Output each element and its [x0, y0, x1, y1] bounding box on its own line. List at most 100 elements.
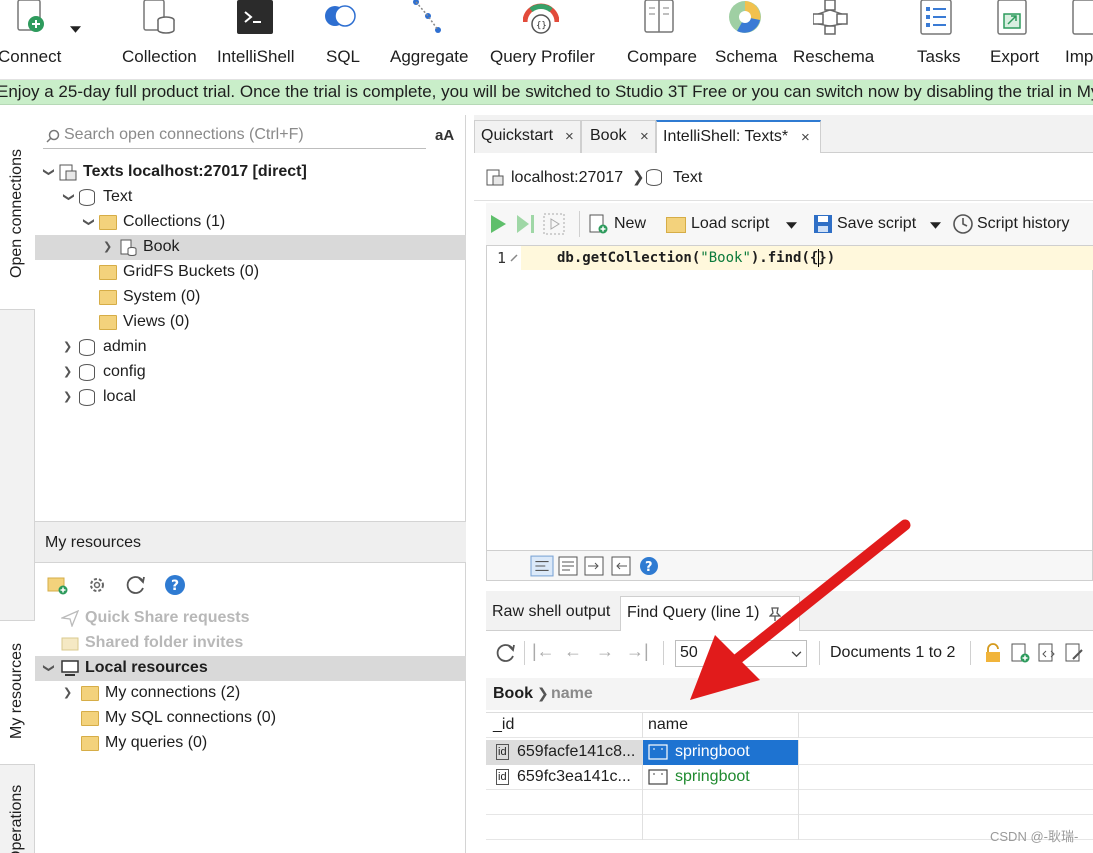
tree-collections-folder[interactable]: ❯ Collections (1) — [35, 210, 466, 235]
previous-page-icon[interactable]: ← — [564, 641, 582, 662]
refresh-icon[interactable] — [125, 574, 147, 596]
tree-connection[interactable]: ❯ Texts localhost:27017 [direct] — [35, 160, 466, 185]
chevron-right-icon[interactable]: ❯ — [103, 235, 113, 260]
breadcrumb-host[interactable]: localhost:27017 — [511, 169, 623, 187]
script-editor[interactable]: 1 db.getCollection("Book").find({}) — [486, 245, 1093, 551]
edit-document-icon[interactable] — [1064, 643, 1084, 663]
chevron-right-icon[interactable]: ❯ — [63, 360, 73, 385]
compare-button[interactable]: Compare — [627, 0, 697, 78]
tab-intellishell[interactable]: IntelliShell: Texts* × — [656, 120, 821, 154]
tree-database-text[interactable]: ❯ Text — [35, 185, 466, 210]
collection-button[interactable]: Collection — [120, 0, 200, 78]
format-icon[interactable] — [529, 555, 555, 577]
save-script-label: Save script — [837, 215, 917, 232]
id-badge-icon: id — [496, 769, 509, 785]
tab-raw-shell-output[interactable]: Raw shell output — [486, 596, 620, 631]
sql-icon — [325, 5, 356, 27]
search-input[interactable]: Search open connections (Ctrl+F) — [43, 123, 426, 149]
connect-button[interactable]: Connect — [0, 0, 90, 78]
my-sql-connections[interactable]: My SQL connections (0) — [35, 706, 466, 731]
sql-button[interactable]: SQL — [322, 0, 362, 78]
chevron-right-icon[interactable]: ❯ — [63, 335, 73, 360]
help-icon[interactable]: ? — [639, 556, 659, 576]
close-icon[interactable]: × — [801, 129, 810, 146]
tree-database-local[interactable]: ❯ local — [35, 385, 466, 410]
run-selection-icon[interactable] — [543, 213, 565, 235]
svg-text:?: ? — [171, 578, 179, 594]
add-folder-icon[interactable] — [47, 575, 69, 595]
chevron-down-icon[interactable]: ❯ — [76, 218, 101, 228]
name-cell[interactable]: springboot — [643, 740, 799, 765]
reschema-button[interactable]: Reschema — [793, 0, 874, 78]
folder-icon — [81, 711, 99, 726]
aggregate-button[interactable]: Aggregate — [390, 0, 470, 78]
chevron-down-icon[interactable] — [70, 26, 81, 33]
tree-database-config[interactable]: ❯ config — [35, 360, 466, 385]
close-icon[interactable]: × — [565, 128, 574, 145]
column-header-id[interactable]: _id — [486, 713, 643, 738]
id-cell[interactable]: id 659fc3ea141c... — [486, 765, 643, 790]
settings-icon[interactable] — [87, 575, 109, 595]
toolbar-label: Query Profiler — [490, 47, 595, 66]
table-row[interactable]: id 659facfe141c8... springboot — [486, 740, 1093, 765]
tree-collection-book[interactable]: ❯ Book — [35, 235, 466, 260]
local-resources[interactable]: ❯ Local resources — [35, 656, 466, 681]
side-tab-my-resources[interactable]: My resources — [0, 620, 35, 765]
view-json-icon[interactable] — [1037, 643, 1057, 663]
tree-database-admin[interactable]: ❯ admin — [35, 335, 466, 360]
help-icon[interactable]: ? — [164, 574, 186, 596]
tree-views-folder[interactable]: Views (0) — [35, 310, 466, 335]
chevron-down-icon[interactable]: ❯ — [36, 664, 61, 674]
chevron-down-icon[interactable]: ❯ — [56, 193, 81, 203]
add-document-icon[interactable] — [1010, 643, 1030, 663]
side-tab-operations[interactable]: Operations — [0, 775, 35, 853]
chevron-down-icon[interactable]: ❯ — [36, 168, 61, 178]
last-page-icon[interactable]: →| — [626, 641, 649, 662]
name-cell[interactable]: springboot — [643, 765, 799, 790]
refresh-icon[interactable] — [495, 642, 517, 664]
crumb-field[interactable]: name — [551, 685, 593, 703]
chevron-right-icon[interactable]: ❯ — [63, 385, 73, 410]
chevron-down-icon[interactable] — [786, 222, 797, 229]
my-connections[interactable]: ❯ My connections (2) — [35, 681, 466, 706]
run-icon[interactable] — [488, 214, 508, 234]
run-current-icon[interactable] — [515, 214, 537, 234]
close-icon[interactable]: × — [640, 128, 649, 145]
tree-label: Text — [103, 188, 133, 205]
indent-icon[interactable] — [584, 556, 604, 576]
save-script-button[interactable]: Save script — [813, 211, 943, 237]
tasks-button[interactable]: Tasks — [917, 0, 962, 78]
database-icon — [79, 364, 95, 381]
chevron-down-icon[interactable] — [930, 222, 941, 229]
lock-icon[interactable] — [984, 643, 1002, 663]
next-page-icon[interactable]: → — [596, 641, 614, 662]
column-header-label: _id — [493, 716, 515, 733]
my-queries[interactable]: My queries (0) — [35, 731, 466, 756]
id-cell[interactable]: id 659facfe141c8... — [486, 740, 643, 765]
tree-gridfs-folder[interactable]: GridFS Buckets (0) — [35, 260, 466, 285]
new-script-button[interactable]: New — [588, 211, 654, 237]
tab-book[interactable]: Book × — [581, 120, 656, 153]
tab-quickstart[interactable]: Quickstart × — [474, 120, 581, 153]
load-script-button[interactable]: Load script — [666, 211, 801, 237]
first-page-icon[interactable]: |← — [532, 641, 555, 662]
query-profiler-button[interactable]: {} Query Profiler — [489, 0, 599, 78]
breadcrumb-db[interactable]: Text — [673, 169, 702, 187]
computer-icon — [61, 660, 79, 676]
column-header-name[interactable]: name — [643, 713, 799, 738]
outdent-icon[interactable] — [611, 556, 631, 576]
crumb-collection[interactable]: Book — [493, 685, 533, 703]
code-line[interactable]: db.getCollection("Book").find({}) — [557, 250, 835, 266]
export-button[interactable]: Export — [989, 0, 1044, 78]
intellishell-button[interactable]: IntelliShell — [215, 0, 295, 78]
empty-cell — [643, 790, 799, 815]
text-view-icon[interactable] — [558, 556, 578, 576]
side-tab-open-connections[interactable]: Open connections — [0, 115, 35, 310]
tree-system-folder[interactable]: System (0) — [35, 285, 466, 310]
case-sensitivity-toggle[interactable]: aA — [435, 127, 454, 144]
chevron-right-icon[interactable]: ❯ — [63, 681, 73, 706]
script-history-button[interactable]: Script history — [952, 211, 1082, 237]
schema-button[interactable]: Schema — [715, 0, 777, 78]
table-row[interactable]: id 659fc3ea141c... springboot — [486, 765, 1093, 790]
import-button[interactable]: Imp — [1065, 0, 1093, 78]
